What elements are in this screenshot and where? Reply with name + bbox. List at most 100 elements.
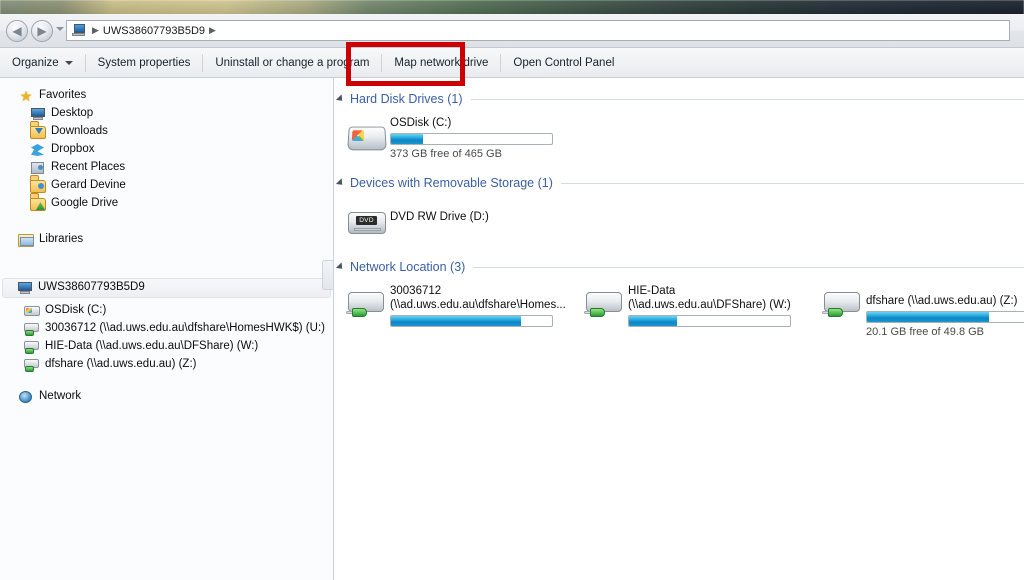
network-drive-icon bbox=[24, 357, 40, 373]
drive-free-space: 373 GB free of 465 GB bbox=[390, 148, 502, 160]
pane-splitter-handle[interactable] bbox=[322, 260, 333, 290]
drive-tile-row: OSDisk (C:) 373 GB free of 465 GB bbox=[334, 112, 1024, 160]
capacity-meter-fill bbox=[391, 316, 522, 326]
capacity-meter bbox=[866, 311, 1024, 323]
drive-name: 30036712 bbox=[390, 285, 442, 297]
group-title: Hard Disk Drives (1) bbox=[350, 92, 463, 106]
sidebar-item-gerard-devine[interactable]: Gerard Devine bbox=[30, 177, 126, 195]
sidebar-item-label: Recent Places bbox=[51, 161, 126, 174]
network-globe-icon bbox=[18, 389, 34, 405]
sidebar-item-desktop[interactable]: Desktop bbox=[30, 105, 93, 123]
capacity-meter bbox=[390, 315, 553, 327]
chevron-down-icon[interactable] bbox=[56, 27, 64, 31]
drive-path: (\\ad.uws.edu.au\DFShare) (W:) bbox=[628, 299, 791, 311]
group-title: Network Location (3) bbox=[350, 260, 466, 274]
group-rule bbox=[473, 266, 1024, 268]
capacity-meter-fill bbox=[629, 316, 678, 326]
group-header-network-location[interactable]: Network Location (3) bbox=[334, 258, 1024, 276]
collapse-caret-icon[interactable] bbox=[335, 178, 346, 188]
drive-path: (\\ad.uws.edu.au\dfshare\Homes... bbox=[390, 299, 566, 311]
breadcrumb-separator: ▶ bbox=[92, 25, 99, 35]
sidebar-item-drive-z[interactable]: dfshare (\\ad.uws.edu.au) (Z:) bbox=[24, 356, 196, 374]
content-pane: Hard Disk Drives (1) OSDisk (C:) 373 GB … bbox=[334, 78, 1024, 580]
network-drive-icon bbox=[584, 288, 628, 328]
downloads-folder-icon bbox=[30, 124, 46, 140]
group-header-hard-disk-drives[interactable]: Hard Disk Drives (1) bbox=[334, 90, 1024, 108]
drive-tile-row: DVD DVD RW Drive (D:) bbox=[334, 196, 1024, 244]
sidebar-group-label: Libraries bbox=[39, 233, 84, 246]
drive-tile-dvd[interactable]: DVD DVD RW Drive (D:) bbox=[346, 196, 606, 244]
sidebar-item-downloads[interactable]: Downloads bbox=[30, 123, 108, 141]
drive-free-space: 20.1 GB free of 49.8 GB bbox=[866, 326, 985, 338]
monitor-icon bbox=[30, 106, 46, 122]
computer-icon bbox=[71, 24, 86, 37]
sidebar-group-label: Favorites bbox=[39, 89, 87, 102]
map-network-drive-button[interactable]: Map network drive bbox=[382, 48, 500, 78]
recent-places-icon bbox=[30, 160, 46, 176]
hard-disk-icon bbox=[346, 120, 390, 160]
back-arrow-icon[interactable]: ◀ bbox=[6, 20, 28, 42]
back-glyph: ◀ bbox=[12, 24, 22, 38]
forward-glyph: ▶ bbox=[37, 24, 47, 38]
sidebar-item-google-drive[interactable]: Google Drive bbox=[30, 195, 118, 213]
sidebar-group-favorites[interactable]: ★ Favorites bbox=[18, 87, 87, 105]
navigation-bar: ◀ ▶ ▶ UWS38607793B5D9 ▶ bbox=[0, 14, 1024, 48]
drive-tile-osdisk[interactable]: OSDisk (C:) 373 GB free of 465 GB bbox=[346, 112, 584, 160]
organize-button[interactable]: Organize bbox=[0, 48, 85, 78]
uninstall-or-change-a-program-button[interactable]: Uninstall or change a program bbox=[203, 48, 381, 78]
organize-label: Organize bbox=[12, 56, 59, 69]
sidebar-item-label: UWS38607793B5D9 bbox=[38, 281, 145, 294]
sidebar-group-libraries[interactable]: Libraries bbox=[18, 231, 83, 249]
breadcrumb-path[interactable]: UWS38607793B5D9 bbox=[103, 25, 205, 37]
open-control-panel-button[interactable]: Open Control Panel bbox=[501, 48, 626, 78]
group-rule bbox=[560, 182, 1024, 184]
sidebar-item-label: Gerard Devine bbox=[51, 179, 126, 192]
sidebar-item-computer[interactable]: UWS38607793B5D9 bbox=[2, 278, 331, 298]
chevron-down-icon bbox=[64, 60, 73, 65]
drive-tile-u[interactable]: 30036712 (\\ad.uws.edu.au\dfshare\Homes.… bbox=[346, 280, 584, 338]
breadcrumb-separator-end[interactable]: ▶ bbox=[205, 25, 220, 36]
collapse-caret-icon[interactable] bbox=[335, 94, 346, 104]
computer-icon bbox=[17, 280, 33, 296]
sidebar-item-label: 30036712 (\\ad.uws.edu.au\dfshare\HomesH… bbox=[45, 322, 325, 335]
dvd-label: DVD bbox=[356, 216, 377, 225]
sidebar-item-label: Downloads bbox=[51, 125, 108, 138]
address-bar[interactable]: ▶ UWS38607793B5D9 ▶ bbox=[66, 20, 1010, 41]
forward-arrow-icon[interactable]: ▶ bbox=[31, 20, 53, 42]
sidebar-item-osdisk[interactable]: OSDisk (C:) bbox=[24, 302, 106, 320]
dvd-drive-icon: DVD bbox=[346, 204, 390, 244]
capacity-meter-fill bbox=[867, 312, 990, 322]
drive-tile-body: HIE-Data (\\ad.uws.edu.au\DFShare) (W:) bbox=[628, 280, 791, 327]
hard-disk-icon bbox=[24, 303, 40, 319]
drive-name: DVD RW Drive (D:) bbox=[390, 211, 489, 223]
group-rule bbox=[470, 98, 1024, 100]
capacity-meter-fill bbox=[391, 134, 424, 144]
drive-tile-z[interactable]: dfshare (\\ad.uws.edu.au) (Z:) 20.1 GB f… bbox=[822, 280, 1024, 338]
explorer-window: ◀ ▶ ▶ UWS38607793B5D9 ▶ Organize System … bbox=[0, 14, 1024, 580]
system-properties-button[interactable]: System properties bbox=[86, 48, 203, 78]
network-drive-icon bbox=[346, 288, 390, 328]
drive-tile-w[interactable]: HIE-Data (\\ad.uws.edu.au\DFShare) (W:) bbox=[584, 280, 822, 338]
navigation-pane: ★ Favorites Desktop Downloads Dropbox Re… bbox=[0, 78, 333, 580]
group-header-removable-storage[interactable]: Devices with Removable Storage (1) bbox=[334, 174, 1024, 192]
capacity-meter bbox=[390, 133, 553, 145]
drive-tile-body: OSDisk (C:) 373 GB free of 465 GB bbox=[390, 112, 553, 160]
sidebar-item-drive-w[interactable]: HIE-Data (\\ad.uws.edu.au\DFShare) (W:) bbox=[24, 338, 258, 356]
collapse-caret-icon[interactable] bbox=[335, 262, 346, 272]
sidebar-group-label: Network bbox=[39, 390, 82, 403]
command-toolbar: Organize System properties Uninstall or … bbox=[0, 48, 1024, 78]
sidebar-item-drive-u[interactable]: 30036712 (\\ad.uws.edu.au\dfshare\HomesH… bbox=[24, 320, 325, 338]
google-drive-icon bbox=[30, 196, 46, 212]
sidebar-item-label: dfshare (\\ad.uws.edu.au) (Z:) bbox=[45, 358, 197, 371]
network-drive-icon bbox=[24, 339, 40, 355]
sidebar-item-dropbox[interactable]: Dropbox bbox=[30, 141, 94, 159]
sidebar-group-network[interactable]: Network bbox=[18, 388, 81, 406]
sidebar-item-label: Desktop bbox=[51, 107, 94, 120]
drive-name: HIE-Data bbox=[628, 285, 676, 297]
sidebar-item-recent-places[interactable]: Recent Places bbox=[30, 159, 125, 177]
network-drive-icon bbox=[24, 321, 40, 337]
sidebar-item-label: Dropbox bbox=[51, 143, 95, 156]
drive-tile-body: 30036712 (\\ad.uws.edu.au\dfshare\Homes.… bbox=[390, 280, 566, 327]
network-drive-icon bbox=[822, 288, 866, 328]
drive-tile-body: dfshare (\\ad.uws.edu.au) (Z:) 20.1 GB f… bbox=[866, 280, 1024, 338]
